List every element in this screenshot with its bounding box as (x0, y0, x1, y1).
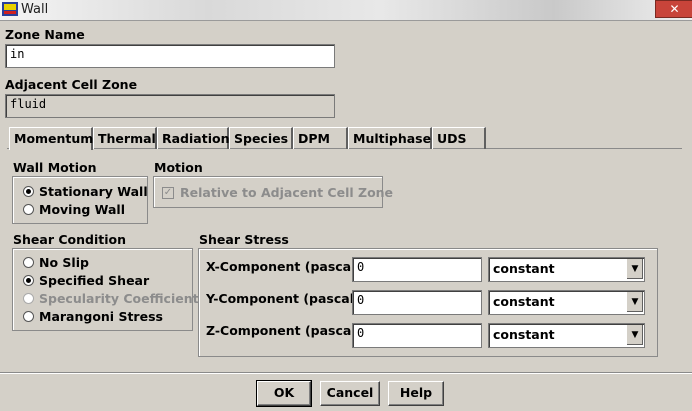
z-component-label: Z-Component (pascal) (206, 323, 362, 338)
shear-stress-label: Shear Stress (199, 232, 289, 247)
z-component-input[interactable]: 0 (352, 323, 482, 348)
shear-condition-label: Shear Condition (13, 232, 126, 247)
close-button[interactable]: ✕ (655, 0, 692, 18)
radio-unselected-icon (23, 204, 34, 215)
z-component-method-select[interactable]: constant ▼ (488, 323, 645, 348)
zone-name-label: Zone Name (5, 27, 85, 42)
bottom-separator (0, 372, 692, 373)
checkbox-relative-to-adjacent[interactable]: ✓ Relative to Adjacent Cell Zone (162, 185, 393, 200)
y-component-method-select[interactable]: constant ▼ (488, 290, 645, 315)
tab-momentum[interactable]: Momentum (9, 127, 93, 150)
adjacent-cell-zone-label: Adjacent Cell Zone (5, 77, 138, 92)
tab-multiphase[interactable]: Multiphase (348, 127, 432, 149)
radio-marangoni-stress[interactable]: Marangoni Stress (23, 309, 163, 324)
radio-unselected-icon (23, 311, 34, 322)
tab-radiation[interactable]: Radiation (157, 127, 229, 149)
radio-specularity-coefficient[interactable]: Specularity Coefficient (23, 291, 199, 306)
chevron-down-icon: ▼ (626, 325, 643, 345)
zone-name-input[interactable]: in (5, 44, 335, 68)
x-component-input[interactable]: 0 (352, 257, 482, 282)
cancel-button[interactable]: Cancel (320, 381, 380, 406)
radio-unselected-icon (23, 293, 34, 304)
app-icon (2, 2, 18, 16)
radio-no-slip[interactable]: No Slip (23, 255, 89, 270)
radio-stationary-wall[interactable]: Stationary Wall (23, 184, 148, 199)
x-component-method-select[interactable]: constant ▼ (488, 257, 645, 282)
ok-button[interactable]: OK (256, 380, 312, 407)
radio-selected-icon (23, 275, 34, 286)
adjacent-cell-zone-field: fluid (5, 94, 335, 118)
tab-thermal[interactable]: Thermal (93, 127, 157, 149)
wall-motion-label: Wall Motion (13, 160, 97, 175)
radio-selected-icon (23, 186, 34, 197)
radio-specified-shear[interactable]: Specified Shear (23, 273, 149, 288)
window-title: Wall (21, 2, 49, 17)
y-component-input[interactable]: 0 (352, 290, 482, 315)
x-component-label: X-Component (pascal) (206, 259, 362, 274)
tab-dpm[interactable]: DPM (293, 127, 348, 149)
radio-moving-wall[interactable]: Moving Wall (23, 202, 125, 217)
checkbox-checked-icon: ✓ (162, 186, 174, 199)
title-bar[interactable] (0, 0, 692, 21)
chevron-down-icon: ▼ (626, 259, 643, 279)
help-button[interactable]: Help (388, 381, 444, 406)
tab-uds[interactable]: UDS (432, 127, 486, 149)
close-icon: ✕ (669, 2, 680, 16)
y-component-label: Y-Component (pascal) (206, 291, 360, 306)
tab-species[interactable]: Species (229, 127, 293, 149)
motion-label: Motion (154, 160, 203, 175)
radio-unselected-icon (23, 257, 34, 268)
chevron-down-icon: ▼ (626, 292, 643, 312)
